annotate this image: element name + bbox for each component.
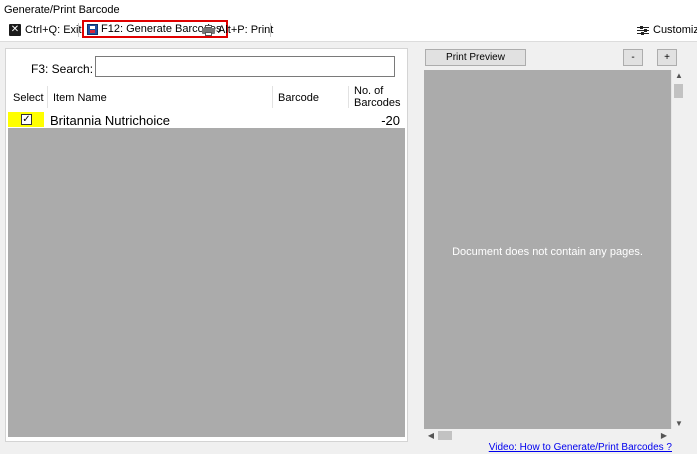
scroll-down-icon[interactable]: ▼ bbox=[672, 419, 686, 428]
customize-button[interactable]: Customize bbox=[637, 21, 697, 39]
scroll-thumb[interactable] bbox=[674, 84, 683, 98]
title-bar: Generate/Print Barcode bbox=[0, 0, 697, 19]
barcode-count-cell[interactable]: -20 bbox=[381, 113, 400, 128]
empty-preview-message: Document does not contain any pages. bbox=[452, 246, 643, 258]
close-icon: ✕ bbox=[9, 24, 21, 36]
search-input[interactable] bbox=[95, 56, 395, 77]
column-header-count[interactable]: No. of Barcodes bbox=[349, 83, 407, 110]
item-panel: F3: Search: Select Item Name Barcode No.… bbox=[5, 48, 408, 442]
horizontal-scrollbar[interactable]: ◀ ▶ bbox=[424, 429, 671, 443]
vertical-scrollbar[interactable]: ▲ ▼ bbox=[671, 70, 685, 429]
scroll-left-icon[interactable]: ◀ bbox=[424, 431, 438, 440]
save-icon bbox=[87, 23, 98, 35]
row-checkbox[interactable]: ✓ bbox=[21, 114, 32, 125]
scroll-thumb[interactable] bbox=[438, 431, 452, 440]
column-header-barcode[interactable]: Barcode bbox=[273, 83, 348, 110]
select-cell[interactable]: ✓ bbox=[8, 112, 44, 127]
window-title: Generate/Print Barcode bbox=[4, 4, 120, 16]
document-preview: Document does not contain any pages. bbox=[424, 70, 671, 429]
print-button[interactable]: Alt+P: Print bbox=[202, 21, 273, 39]
video-help-link[interactable]: Video: How to Generate/Print Barcodes ? bbox=[489, 442, 672, 453]
column-header-item-name[interactable]: Item Name bbox=[48, 83, 272, 110]
print-label: Alt+P: Print bbox=[218, 24, 274, 36]
zoom-in-button[interactable]: + bbox=[657, 49, 677, 66]
zoom-out-button[interactable]: - bbox=[623, 49, 643, 66]
item-name-cell: Britannia Nutrichoice bbox=[50, 113, 170, 128]
toolbar-separator bbox=[270, 23, 271, 37]
scroll-up-icon[interactable]: ▲ bbox=[672, 71, 686, 80]
toolbar-separator bbox=[78, 23, 79, 37]
exit-label: Ctrl+Q: Exit bbox=[25, 24, 82, 36]
print-preview-button[interactable]: Print Preview bbox=[425, 49, 526, 66]
table-row[interactable]: ✓ Britannia Nutrichoice -20 bbox=[8, 112, 405, 128]
search-label: F3: Search: bbox=[31, 62, 94, 76]
grid-empty-area bbox=[8, 128, 405, 437]
printer-icon bbox=[202, 24, 215, 36]
column-header-select[interactable]: Select bbox=[6, 83, 47, 110]
sliders-icon bbox=[637, 25, 649, 36]
toolbar: ✕ Ctrl+Q: Exit F12: Generate Barcodes Al… bbox=[0, 19, 697, 42]
grid-header: Select Item Name Barcode No. of Barcodes bbox=[6, 83, 407, 110]
exit-button[interactable]: ✕ Ctrl+Q: Exit bbox=[9, 21, 82, 39]
customize-label: Customize bbox=[653, 24, 697, 36]
scroll-right-icon[interactable]: ▶ bbox=[657, 431, 671, 440]
